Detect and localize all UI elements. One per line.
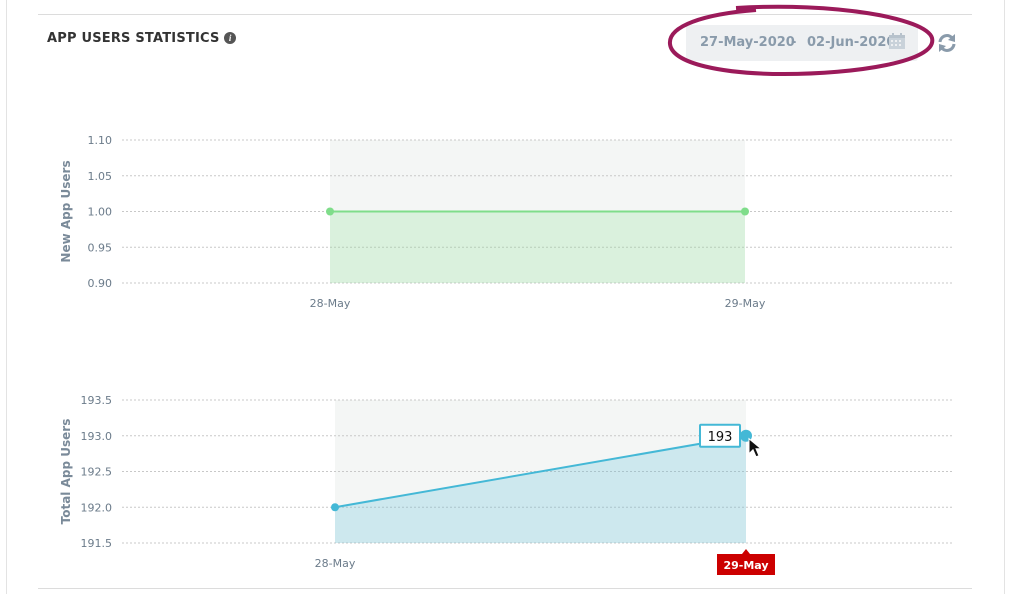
y-tick-label: 193.0	[81, 430, 113, 443]
y-tick-label: 1.10	[88, 134, 113, 147]
data-point	[331, 503, 339, 512]
x-tick-label: 28-May	[315, 557, 356, 570]
mouse-cursor-icon	[748, 437, 763, 458]
y-axis-label: Total App Users	[59, 419, 73, 525]
y-tick-label: 0.95	[88, 241, 113, 254]
x-highlight-pointer	[742, 549, 750, 554]
y-tick-label: 191.5	[81, 537, 113, 550]
y-tick-label: 1.05	[88, 170, 113, 183]
data-point	[326, 207, 334, 216]
y-axis-label: New App Users	[59, 160, 73, 262]
x-tick-label: 28-May	[310, 297, 351, 310]
y-tick-label: 1.00	[88, 206, 113, 219]
y-tick-label: 193.5	[81, 394, 113, 407]
data-point	[741, 207, 749, 216]
charts-canvas: 1.10 1.05 1.00 0.95 0.90 New App Users 28-May 2…	[59, 134, 952, 575]
x-tick-label: 29-May	[725, 297, 766, 310]
series-area	[330, 211, 745, 283]
y-tick-label: 192.5	[81, 466, 113, 479]
x-tick-label: 29-May	[723, 559, 768, 572]
tooltip-value: 193	[708, 430, 733, 445]
y-tick-label: 0.90	[88, 277, 113, 290]
y-tick-label: 192.0	[81, 501, 113, 514]
